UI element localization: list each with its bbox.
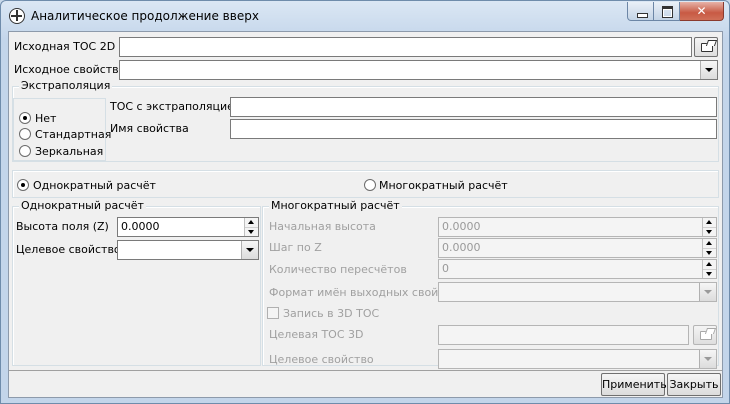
start-height-value: 0.0000 <box>442 220 481 233</box>
chevron-down-icon[interactable] <box>700 61 717 79</box>
single-target-combo[interactable] <box>117 240 259 260</box>
multi-target-prop-combo[interactable] <box>438 349 717 369</box>
property-name-field[interactable] <box>230 119 717 139</box>
browse-source-toc-button[interactable] <box>694 37 718 57</box>
close-button[interactable]: Закрыть <box>667 373 721 396</box>
multi-target-prop-label: Целевое свойство <box>269 353 374 366</box>
start-height-input[interactable]: 0.0000 <box>438 217 717 237</box>
single-calc-group-title: Однократный расчёт <box>19 199 146 212</box>
maximize-button[interactable] <box>654 2 680 21</box>
open-folder-icon <box>700 331 712 340</box>
spin-down-icon[interactable] <box>703 269 716 278</box>
window-title: Аналитическое продолжение вверх <box>31 9 259 23</box>
extrapolation-none-label[interactable]: Нет <box>35 112 56 125</box>
open-folder-icon <box>701 43 713 52</box>
dialog-body: Исходная ТОС 2D Исходное свойство Экстра… <box>8 31 723 398</box>
write-3d-label[interactable]: Запись в 3D ТОС <box>283 307 379 320</box>
minimize-button[interactable] <box>627 2 654 21</box>
field-height-label: Высота поля (Z) <box>16 220 109 233</box>
single-calc-group: Однократный расчёт Высота поля (Z) 0.000… <box>12 199 261 366</box>
source-property-label: Исходное свойство <box>14 63 126 76</box>
multi-calc-group-title: Многократный расчёт <box>269 199 402 212</box>
extrapolation-mirror-label[interactable]: Зеркальная <box>35 145 103 158</box>
close-window-button[interactable] <box>680 2 724 21</box>
chevron-down-icon[interactable] <box>699 283 716 301</box>
spin-up-icon[interactable] <box>703 239 716 248</box>
browse-target-toc3d-button[interactable] <box>693 325 717 345</box>
field-height-value: 0.0000 <box>121 220 160 233</box>
single-target-label: Целевое свойство <box>16 243 121 256</box>
apply-button[interactable]: Применить <box>601 373 667 396</box>
extrapolation-group: Экстраполяция Нет Стандартная Зеркальная… <box>12 79 719 162</box>
source-property-combo[interactable] <box>119 60 718 80</box>
target-toc3d-label: Целевая ТОС 3D <box>269 328 364 341</box>
spin-down-icon[interactable] <box>703 248 716 257</box>
title-bar[interactable]: Аналитическое продолжение вверх <box>1 1 729 31</box>
z-step-label: Шаг по Z <box>269 241 322 254</box>
z-step-spinner[interactable] <box>702 239 716 257</box>
footer-divider <box>9 370 722 371</box>
extrapolation-toc-field[interactable] <box>230 97 717 117</box>
globe-icon <box>9 8 25 24</box>
radio-multi-calc[interactable] <box>364 179 376 191</box>
recalc-count-value: 0 <box>442 262 449 275</box>
write-3d-checkbox[interactable] <box>267 307 279 319</box>
spin-up-icon[interactable] <box>703 218 716 227</box>
spin-down-icon[interactable] <box>245 227 258 236</box>
spin-up-icon[interactable] <box>245 218 258 227</box>
radio-extrapolation-mirror[interactable] <box>19 145 31 157</box>
start-height-spinner[interactable] <box>702 218 716 236</box>
field-height-spinner[interactable] <box>244 218 258 236</box>
extrapolation-toc-label: ТОС с экстраполяцией <box>110 100 242 113</box>
chevron-down-icon[interactable] <box>241 241 258 259</box>
z-step-value: 0.0000 <box>442 241 481 254</box>
recalc-count-spinner[interactable] <box>702 260 716 278</box>
spin-up-icon[interactable] <box>703 260 716 269</box>
radio-extrapolation-none[interactable] <box>19 112 31 124</box>
target-toc3d-field[interactable] <box>438 325 689 345</box>
property-name-label: Имя свойства <box>110 122 189 135</box>
spin-down-icon[interactable] <box>703 227 716 236</box>
source-toc-field[interactable] <box>119 37 692 57</box>
single-calc-option-label[interactable]: Однократный расчёт <box>33 179 156 192</box>
multi-calc-option-label[interactable]: Многократный расчёт <box>379 179 508 192</box>
dialog-window: Аналитическое продолжение вверх Исходная… <box>0 0 730 404</box>
recalc-count-input[interactable]: 0 <box>438 259 717 279</box>
extrapolation-standard-label[interactable]: Стандартная <box>35 128 111 141</box>
chevron-down-icon[interactable] <box>699 350 716 368</box>
multi-calc-group: Многократный расчёт Начальная высота 0.0… <box>262 199 719 369</box>
field-height-input[interactable]: 0.0000 <box>117 217 259 237</box>
radio-extrapolation-standard[interactable] <box>19 128 31 140</box>
extrapolation-group-title: Экстраполяция <box>19 79 113 92</box>
mode-group: Однократный расчёт Многократный расчёт <box>12 170 719 198</box>
source-toc-label: Исходная ТОС 2D <box>14 40 116 53</box>
recalc-count-label: Количество пересчётов <box>269 263 407 276</box>
output-format-combo[interactable] <box>438 282 717 302</box>
start-height-label: Начальная высота <box>269 220 376 233</box>
radio-single-calc[interactable] <box>17 179 29 191</box>
z-step-input[interactable]: 0.0000 <box>438 238 717 258</box>
output-format-label: Формат имён выходных свойств <box>269 286 458 299</box>
